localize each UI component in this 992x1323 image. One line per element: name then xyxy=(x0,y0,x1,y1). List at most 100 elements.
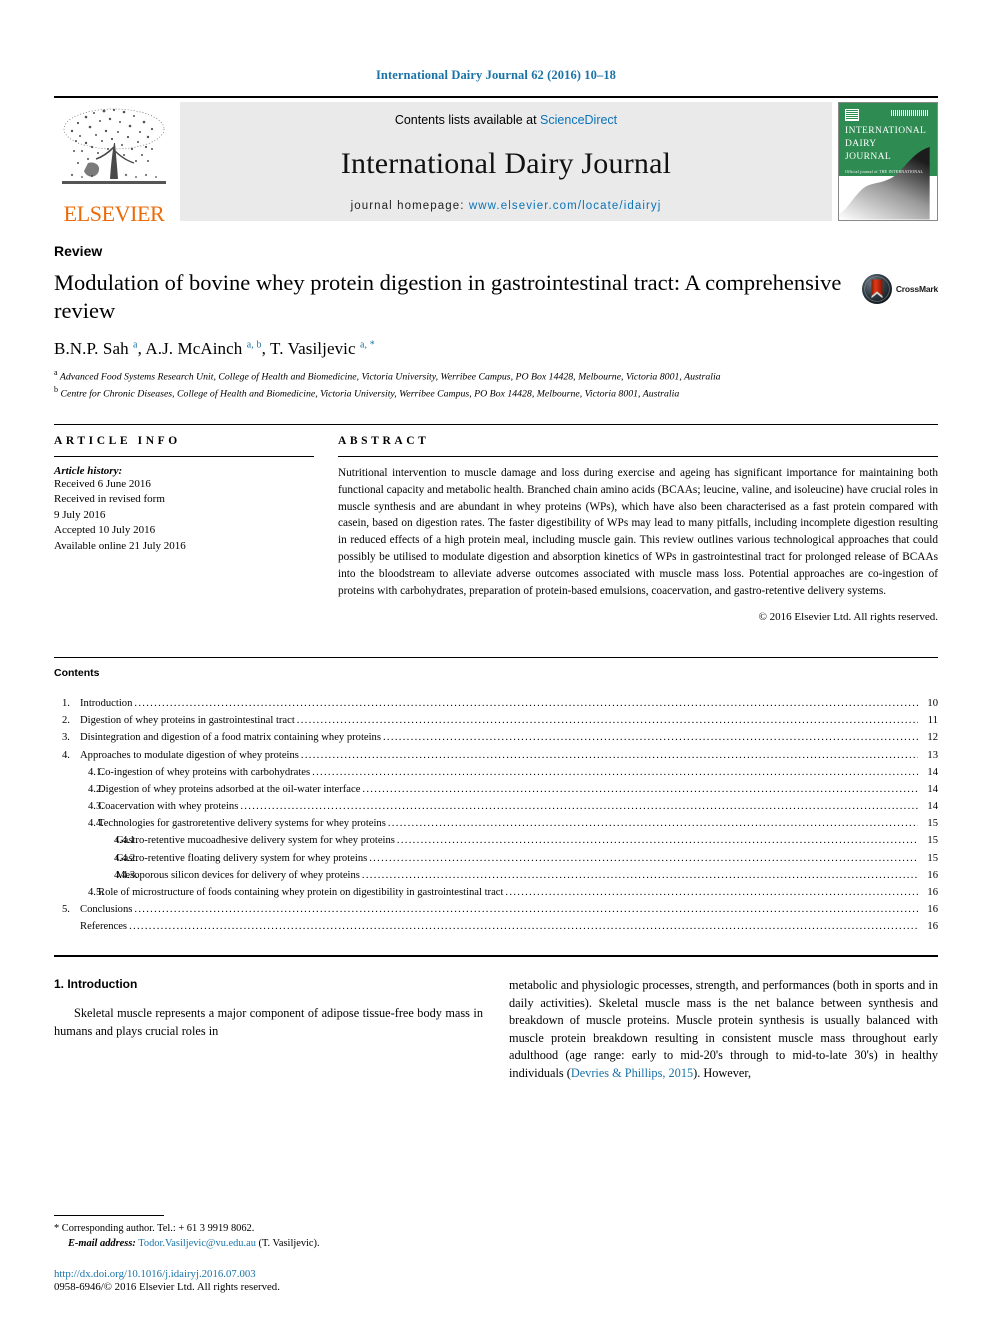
history-line: Received 6 June 2016 xyxy=(54,477,151,490)
toc-row[interactable]: 4.3. Coacervation with whey proteins ....… xyxy=(54,798,938,815)
running-head: International Dairy Journal 62 (2016) 10… xyxy=(375,68,617,82)
intro-right-post: ). However, xyxy=(693,1065,752,1080)
corresponding-author-note: * Corresponding author. Tel.: + 61 3 991… xyxy=(54,1222,255,1234)
email-label: E-mail address: xyxy=(68,1238,136,1250)
toc-leader-dots: ........................................… xyxy=(361,869,918,881)
article-info-rule xyxy=(54,455,314,457)
toc-leader-dots: ........................................… xyxy=(300,749,918,761)
contents-available-line: Contents lists available at ScienceDirec… xyxy=(395,113,617,127)
toc-number: 4.4.2. xyxy=(114,852,138,864)
cover-title-line-3: JOURNAL xyxy=(845,151,892,162)
toc-leader-dots: ........................................… xyxy=(396,835,918,847)
intro-paragraph-left: Skeletal muscle represents a major compo… xyxy=(54,1006,483,1038)
contents-heading: Contents xyxy=(54,657,938,679)
history-line: Received in revised form xyxy=(54,493,165,506)
toc-leader-dots: ........................................… xyxy=(505,886,918,898)
cover-stamp-graphic xyxy=(845,109,859,121)
email-link[interactable]: Todor.Vasiljevic@vu.edu.au xyxy=(138,1238,256,1249)
citation-link[interactable]: Devries & Phillips, 2015 xyxy=(571,1066,693,1080)
article-info-heading: ARTICLE INFO xyxy=(54,434,181,447)
toc-label: References xyxy=(80,921,128,933)
history-line: Available online 21 July 2016 xyxy=(54,540,186,553)
toc-leader-dots: ........................................… xyxy=(134,904,918,915)
toc-page-number: 16 xyxy=(927,921,938,933)
history-line: Accepted 10 July 2016 xyxy=(54,524,156,537)
toc-row[interactable]: 4.4. Technologies for gastroretentive del… xyxy=(54,815,938,832)
toc-row[interactable]: 4.4.2. Gastro-retentive floating delivery… xyxy=(54,850,938,867)
toc-row[interactable]: 5. Conclusions ..........................… xyxy=(54,901,938,918)
sciencedirect-link[interactable]: ScienceDirect xyxy=(540,113,617,127)
affiliations-block: a Advanced Food Systems Research Unit, C… xyxy=(54,367,938,402)
toc-page-number: 16 xyxy=(927,869,938,881)
crossmark-label: CrossMark xyxy=(895,284,938,294)
email-note: E-mail address: Todor.Vasiljevic@vu.edu.… xyxy=(54,1236,466,1252)
toc-leader-dots: ........................................… xyxy=(240,801,918,813)
body-right-column: metabolic and physiologic processes, str… xyxy=(509,977,938,1082)
toc-page-number: 16 xyxy=(927,886,938,898)
toc-label: Coacervation with whey proteins xyxy=(98,801,239,813)
toc-row[interactable]: 2. Digestion of whey proteins in gastroin… xyxy=(54,712,938,729)
info-abstract-region: ARTICLE INFO Article history: Received 6… xyxy=(54,423,938,624)
toc-page-number: 15 xyxy=(927,835,938,847)
email-suffix: (T. Vasiljevic). xyxy=(255,1238,320,1250)
copyright-line: © 2016 Elsevier Ltd. All rights reserved… xyxy=(758,611,938,624)
author-list: B.N.P. Sah a, A.J. McAinch a, b, T. Vasi… xyxy=(54,338,375,358)
toc-row[interactable]: References .............................… xyxy=(54,918,938,935)
toc-row[interactable]: 4.2. Digestion of whey proteins adsorbed … xyxy=(54,781,938,798)
toc-row[interactable]: 4.4.1. Gastro-retentive mucoadhesive deli… xyxy=(54,832,938,849)
doi-block: http://dx.doi.org/10.1016/j.idairyj.2016… xyxy=(54,1268,466,1293)
toc-page-number: 16 xyxy=(927,904,938,915)
journal-cover-thumbnail: INTERNATIONAL DAIRY JOURNAL Official jou… xyxy=(838,102,938,221)
paper-page: International Dairy Journal 62 (2016) 10… xyxy=(0,0,992,1323)
toc-number: 3. xyxy=(62,732,70,744)
elsevier-tree-icon xyxy=(62,108,166,184)
elsevier-logo: ELSEVIER xyxy=(54,98,174,227)
toc-leader-dots: ........................................… xyxy=(129,921,918,933)
toc-page-number: 13 xyxy=(927,749,938,761)
affiliation-b: b Centre for Chronic Diseases, College o… xyxy=(54,385,680,400)
abstract-heading: ABSTRACT xyxy=(338,434,430,447)
toc-label: Approaches to modulate digestion of whey… xyxy=(80,749,299,761)
toc-number: 4.5. xyxy=(88,886,104,898)
intro-paragraph-right: metabolic and physiologic processes, str… xyxy=(509,977,938,1082)
cover-title-line-2: DAIRY xyxy=(845,138,877,149)
toc-page-number: 15 xyxy=(927,852,938,864)
doi-link[interactable]: http://dx.doi.org/10.1016/j.idairyj.2016… xyxy=(54,1268,466,1280)
toc-label: Digestion of whey proteins adsorbed at t… xyxy=(98,783,361,795)
toc-number: 2. xyxy=(62,715,70,727)
cover-barcode-graphic xyxy=(891,110,929,116)
toc-page-number: 14 xyxy=(927,801,938,813)
cover-subtitle: Official journal of THE INTERNATIONAL DA… xyxy=(845,169,923,180)
toc-page-number: 12 xyxy=(927,732,938,744)
toc-page-number: 14 xyxy=(927,766,938,778)
homepage-label: journal homepage: xyxy=(350,200,469,212)
toc-row[interactable]: 4. Approaches to modulate digestion of wh… xyxy=(54,747,938,764)
toc-number: 4. xyxy=(62,749,70,761)
toc-page-number: 14 xyxy=(927,783,938,795)
toc-row[interactable]: 4.1. Co-ingestion of whey proteins with c… xyxy=(54,764,938,781)
body-columns: 1. Introduction Skeletal muscle represen… xyxy=(54,977,938,1082)
toc-leader-dots: ........................................… xyxy=(369,852,918,864)
abstract-column: ABSTRACT Nutritional intervention to mus… xyxy=(338,434,938,624)
toc-row[interactable]: 4.4.3. Mesoporous silicon devices for del… xyxy=(54,867,938,884)
journal-homepage-line: journal homepage: www.elsevier.com/locat… xyxy=(351,200,662,212)
toc-leader-dots: ........................................… xyxy=(296,715,918,727)
toc-row[interactable]: 1. Introduction .........................… xyxy=(54,695,938,712)
page-title: Modulation of bovine whey protein digest… xyxy=(54,270,842,324)
toc-row[interactable]: 4.5. Role of microstructure of foods cont… xyxy=(54,884,938,901)
cover-title-line-1: INTERNATIONAL xyxy=(845,126,927,136)
article-info-column: ARTICLE INFO Article history: Received 6… xyxy=(54,435,314,624)
crossmark-icon xyxy=(861,274,892,304)
toc-row[interactable]: 3. Disintegration and digestion of a food… xyxy=(54,729,938,746)
article-history-label: Article history: xyxy=(54,464,123,477)
contents-bottom-rule xyxy=(54,955,938,958)
history-line: 9 July 2016 xyxy=(54,508,106,521)
journal-homepage-link[interactable]: www.elsevier.com/locate/idairyj xyxy=(469,200,662,212)
toc-label: Digestion of whey proteins in gastrointe… xyxy=(80,715,295,727)
masthead-center-panel: Contents lists available at ScienceDirec… xyxy=(180,102,832,221)
toc-leader-dots: ........................................… xyxy=(382,732,918,744)
affiliation-a-text: Advanced Food Systems Research Unit, Col… xyxy=(59,370,721,382)
title-row: Modulation of bovine whey protein digest… xyxy=(54,269,938,326)
affiliation-a: a Advanced Food Systems Research Unit, C… xyxy=(54,367,721,382)
crossmark-badge[interactable]: CrossMark xyxy=(861,273,938,305)
